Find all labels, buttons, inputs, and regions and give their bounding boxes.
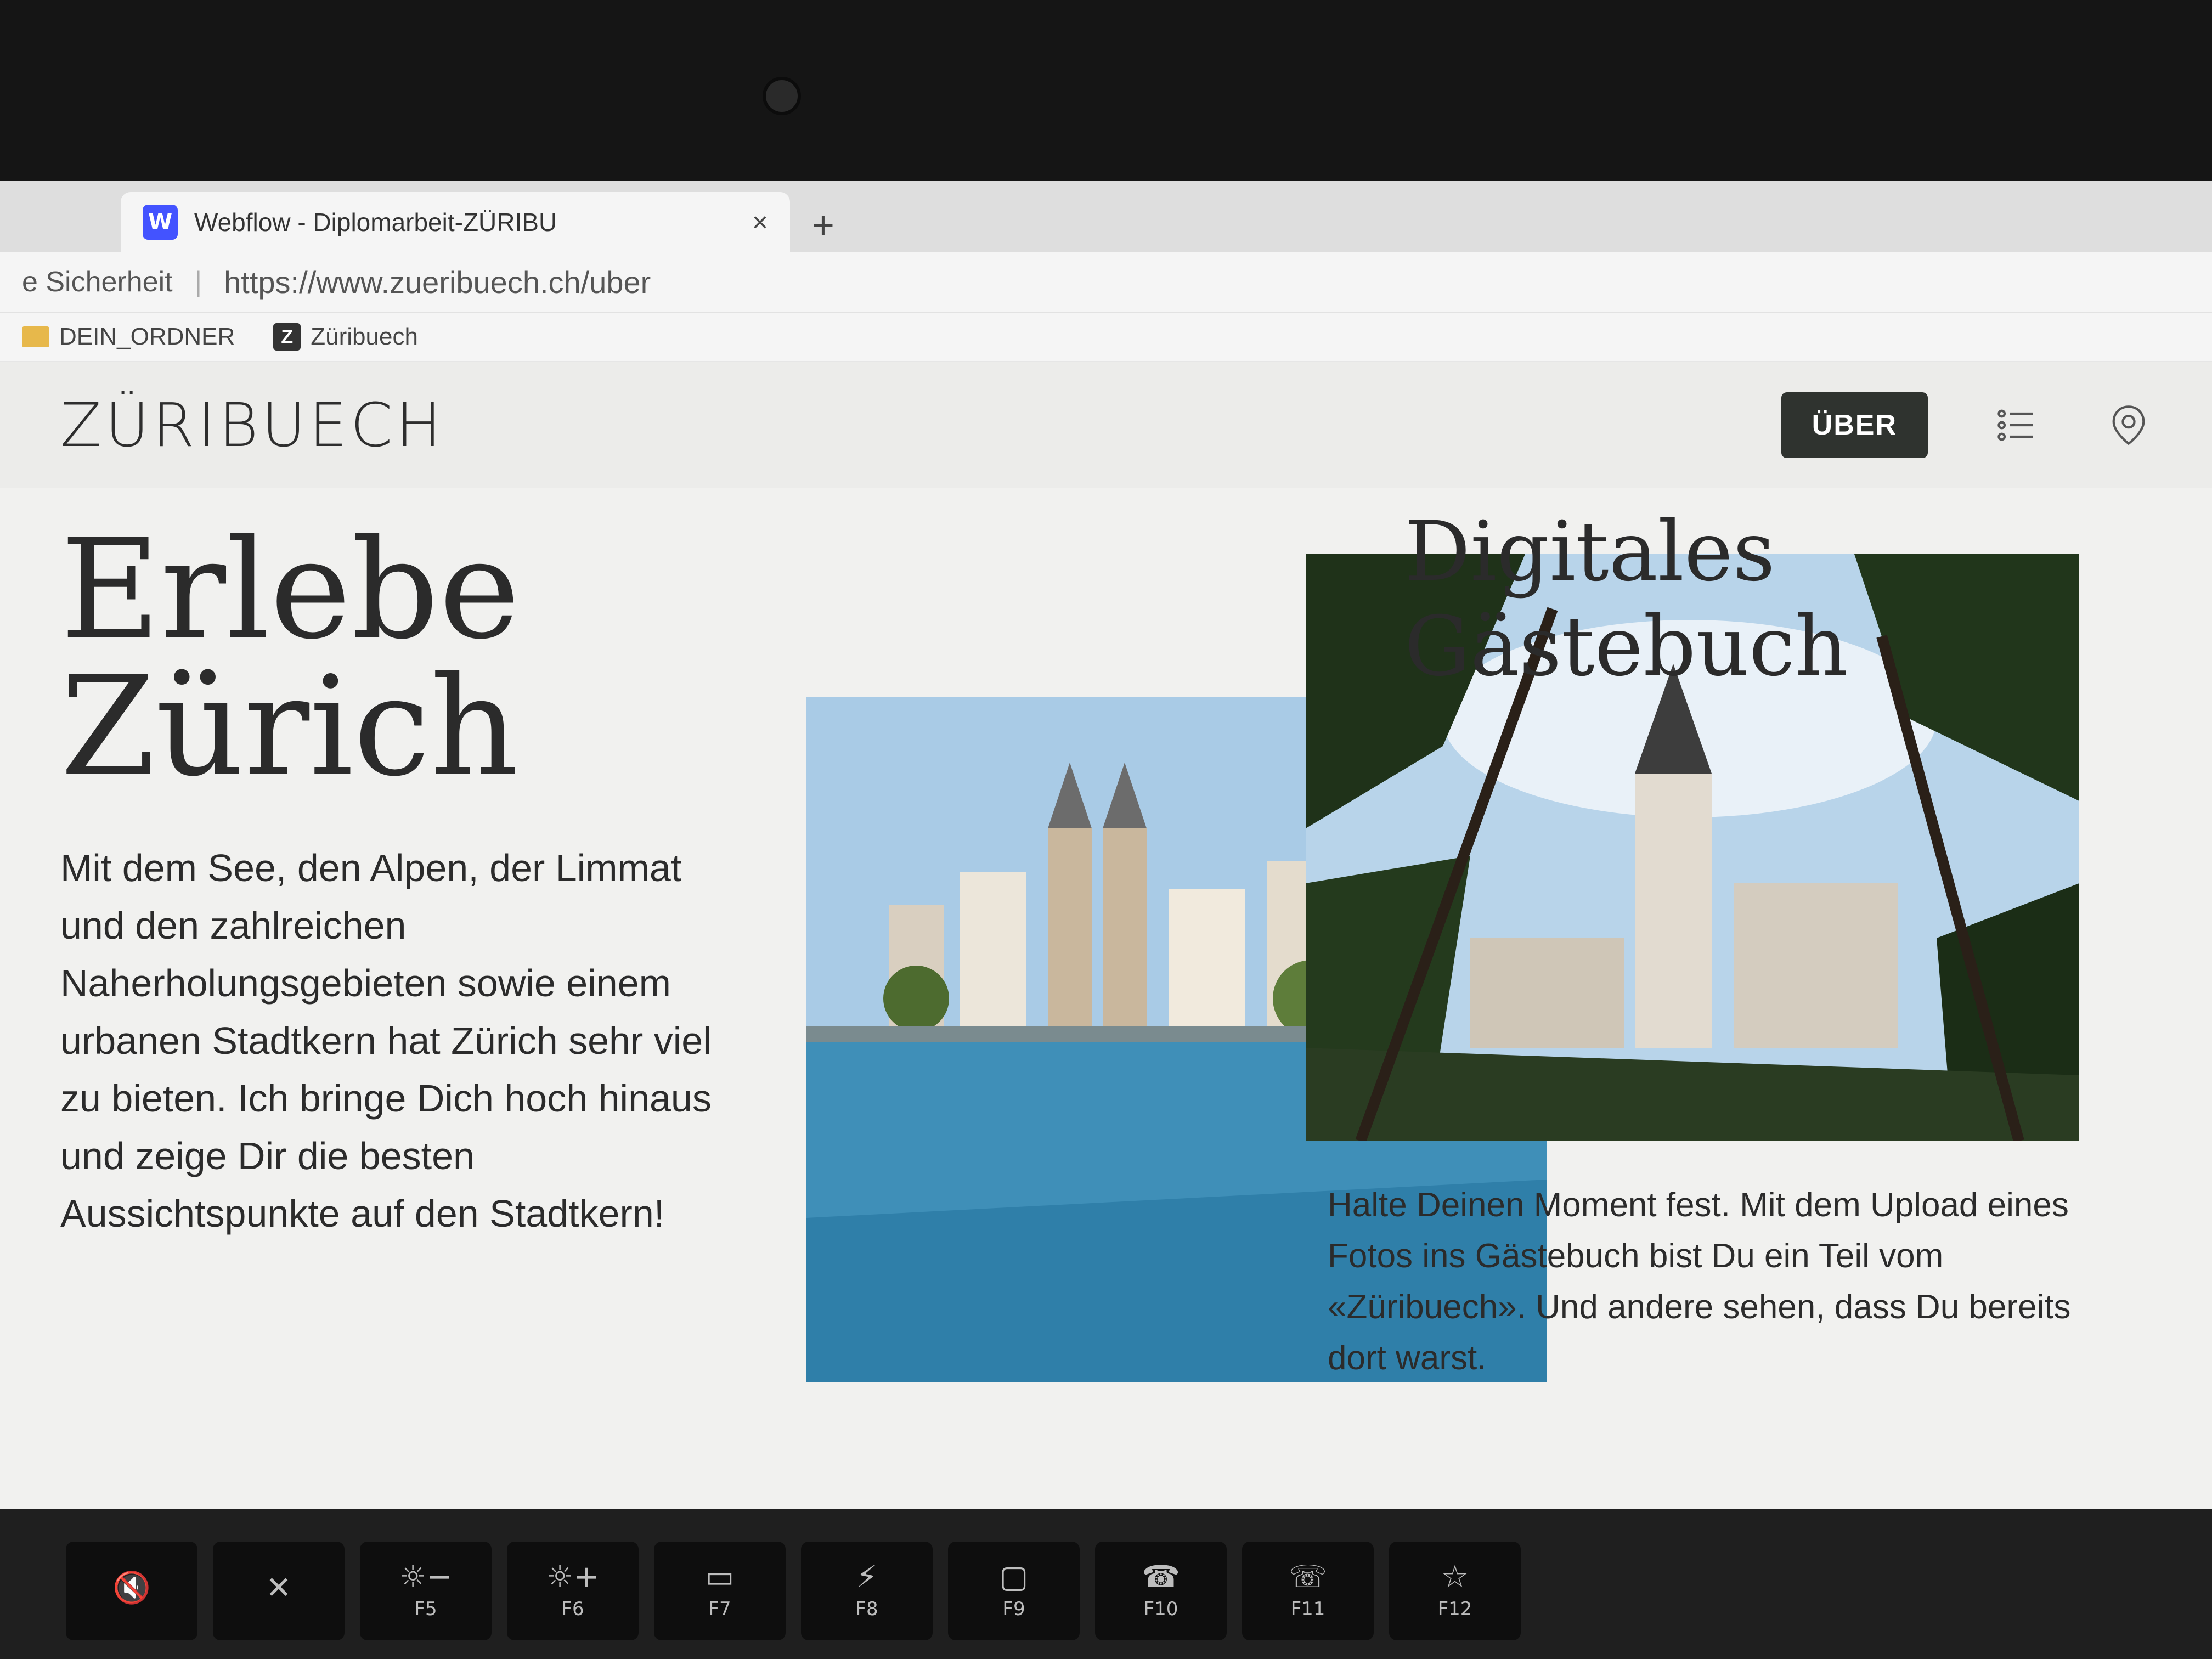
bookmark-label: DEIN_ORDNER bbox=[59, 323, 235, 350]
mute-key: 🔇 bbox=[66, 1542, 198, 1640]
url-text[interactable]: https://www.zueribuech.ch/uber bbox=[224, 264, 651, 300]
settings-key: ▢ F9 bbox=[948, 1542, 1080, 1640]
webcam bbox=[763, 77, 801, 115]
brightness-down-key: ☼− F5 bbox=[360, 1542, 492, 1640]
browser-window: W Webflow - Diplomarbeit-ZÜRIBU × + e Si… bbox=[0, 181, 2212, 1514]
bookmark-zueribuech[interactable]: Z Züribuech bbox=[273, 323, 418, 351]
tab-close-icon[interactable]: × bbox=[752, 206, 768, 238]
function-key-row: 🔇 ✕ ☼− F5 ☼+ F6 ▭ F7 ⚡ F8 ▢ F9 ☎ F10 ☏ F11 ☆ F12 bbox=[0, 1542, 2212, 1646]
hangup-key: ☏ F11 bbox=[1242, 1542, 1374, 1640]
uber-button[interactable]: ÜBER bbox=[1781, 392, 1928, 458]
site-logo[interactable]: ZÜRIBUECH bbox=[60, 390, 444, 460]
bookmarks-bar: DEIN_ORDNER Z Züribuech bbox=[0, 313, 2212, 362]
site-navbar: ZÜRIBUECH ÜBER bbox=[0, 362, 2212, 488]
airplane-mode-key: ⚡ F8 bbox=[801, 1542, 933, 1640]
browser-tab[interactable]: W Webflow - Diplomarbeit-ZÜRIBU × bbox=[121, 192, 790, 252]
call-key: ☎ F10 bbox=[1095, 1542, 1227, 1640]
tab-bar: W Webflow - Diplomarbeit-ZÜRIBU × + bbox=[0, 181, 2212, 252]
screen-bezel bbox=[0, 0, 2212, 181]
folder-icon bbox=[22, 326, 49, 347]
mic-mute-key: ✕ bbox=[213, 1542, 345, 1640]
new-tab-button[interactable]: + bbox=[812, 203, 834, 252]
bookmark-label: Züribuech bbox=[311, 323, 418, 350]
brightness-up-key: ☼+ F6 bbox=[507, 1542, 639, 1640]
address-bar[interactable]: e Sicherheit | https://www.zueribuech.ch… bbox=[0, 252, 2212, 313]
address-separator: | bbox=[194, 266, 202, 298]
hero-text: Mit dem See, den Alpen, der Limmat und d… bbox=[60, 847, 712, 1235]
location-pin-icon[interactable] bbox=[2106, 402, 2152, 448]
tab-title: Webflow - Diplomarbeit-ZÜRIBU bbox=[194, 208, 557, 236]
display-key: ▭ F7 bbox=[654, 1542, 786, 1640]
security-indicator[interactable]: e Sicherheit bbox=[22, 266, 173, 298]
guestbook-title: Digitales Gästebuch bbox=[1404, 504, 1848, 695]
favorite-key: ☆ F12 bbox=[1389, 1542, 1521, 1640]
webflow-favicon-icon: W bbox=[143, 205, 178, 240]
bookmark-folder[interactable]: DEIN_ORDNER bbox=[22, 323, 235, 351]
z-favicon-icon: Z bbox=[273, 323, 301, 351]
nav-actions: ÜBER bbox=[1781, 392, 2152, 458]
page-content: Erlebe Zürich Mit dem See, den Alpen, de… bbox=[0, 488, 2212, 1514]
hero-title: Erlebe Zürich bbox=[60, 510, 520, 806]
guestbook-text: Halte Deinen Moment fest. Mit dem Upload… bbox=[1328, 1186, 2071, 1377]
list-icon[interactable] bbox=[1994, 402, 2040, 448]
